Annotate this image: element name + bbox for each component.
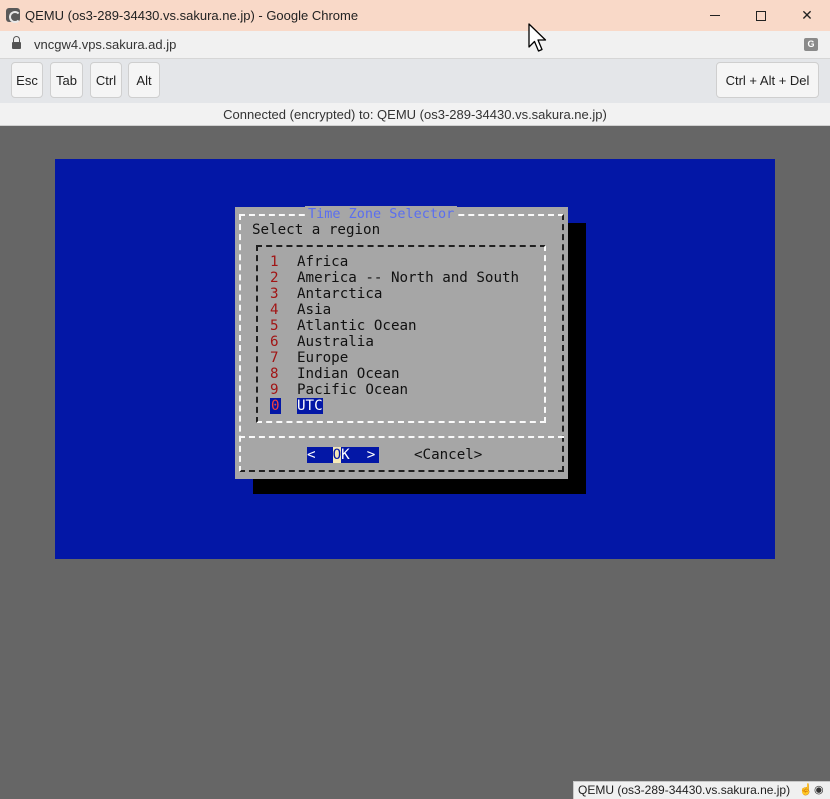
tab-key-button[interactable]: Tab: [50, 62, 83, 98]
button-separator: [239, 436, 564, 438]
region-item[interactable]: 7 Europe: [235, 350, 525, 366]
address-bar[interactable]: vncgw4.vps.sakura.ad.jp G: [0, 31, 830, 59]
region-item-number: 4: [270, 302, 279, 318]
region-item[interactable]: 4 Asia: [235, 302, 525, 318]
close-icon: ✕: [801, 7, 813, 23]
maximize-icon: [756, 10, 766, 21]
region-item[interactable]: 9 Pacific Ocean: [235, 382, 525, 398]
region-item-label: Pacific Ocean: [297, 382, 409, 398]
region-item[interactable]: 3 Antarctica: [235, 286, 525, 302]
maximize-button[interactable]: [738, 0, 784, 31]
region-item-label: UTC: [297, 398, 323, 414]
minimize-icon: [710, 15, 720, 16]
cancel-button[interactable]: <Cancel>: [414, 447, 482, 463]
timezone-dialog[interactable]: Time Zone Selector Select a region 1 Afri…: [235, 206, 568, 479]
region-item[interactable]: 2 America -- North and South: [235, 270, 525, 286]
region-item[interactable]: 8 Indian Ocean: [235, 366, 525, 382]
region-item-label: Antarctica: [297, 286, 383, 302]
region-item[interactable]: 1 Africa: [235, 254, 525, 270]
region-item-number: 8: [270, 366, 279, 382]
url-text[interactable]: vncgw4.vps.sakura.ad.jp: [34, 37, 176, 52]
mouse-cursor-icon: [528, 23, 547, 52]
alt-key-button[interactable]: Alt: [128, 62, 160, 98]
region-item-number: 3: [270, 286, 279, 302]
region-item[interactable]: 0 UTC: [235, 398, 525, 414]
dialog-title: Time Zone Selector: [305, 206, 458, 222]
region-item-label: Asia: [297, 302, 332, 318]
window-titlebar: QEMU (os3-289-34430.vs.sakura.ne.jp) - G…: [0, 0, 830, 31]
ctrl-alt-del-button[interactable]: Ctrl + Alt + Del: [716, 62, 819, 98]
vnc-toolbar: Esc Tab Ctrl Alt Ctrl + Alt + Del: [0, 59, 830, 103]
lock-icon[interactable]: [12, 36, 21, 50]
tab-tooltip: QEMU (os3-289-34430.vs.sakura.ne.jp) ☝ ◉: [573, 781, 830, 799]
minimize-button[interactable]: [692, 0, 738, 31]
region-item-number: 6: [270, 334, 279, 350]
region-item[interactable]: 6 Australia: [235, 334, 525, 350]
region-item-number: 5: [270, 318, 279, 334]
connection-status: Connected (encrypted) to: QEMU (os3-289-…: [0, 103, 830, 126]
close-button[interactable]: ✕: [784, 0, 830, 31]
ok-button[interactable]: < OK >: [307, 447, 379, 463]
window-title: QEMU (os3-289-34430.vs.sakura.ne.jp) - G…: [25, 8, 359, 23]
region-item-label: Africa: [297, 254, 349, 270]
ctrl-key-button[interactable]: Ctrl: [90, 62, 122, 98]
translate-icon[interactable]: G: [804, 38, 818, 51]
region-item-number: 1: [270, 254, 279, 270]
chrome-app-icon: [6, 8, 21, 23]
region-item-label: Australia: [297, 334, 374, 350]
region-item-number: 2: [270, 270, 279, 286]
region-item-label: Indian Ocean: [297, 366, 400, 382]
dialog-prompt: Select a region: [252, 222, 381, 238]
region-item-number: 7: [270, 350, 279, 366]
eye-icon: ◉: [814, 784, 824, 796]
region-item-label: Europe: [297, 350, 349, 366]
ok-hotkey: O: [332, 447, 342, 463]
region-item-number: 9: [270, 382, 279, 398]
tooltip-text: QEMU (os3-289-34430.vs.sakura.ne.jp): [578, 783, 791, 797]
region-item[interactable]: 5 Atlantic Ocean: [235, 318, 525, 334]
hand-pointer-icon: ☝: [799, 784, 813, 796]
region-item-number: 0: [270, 398, 281, 414]
region-item-label: America -- North and South: [297, 270, 520, 286]
esc-key-button[interactable]: Esc: [11, 62, 43, 98]
region-item-label: Atlantic Ocean: [297, 318, 417, 334]
